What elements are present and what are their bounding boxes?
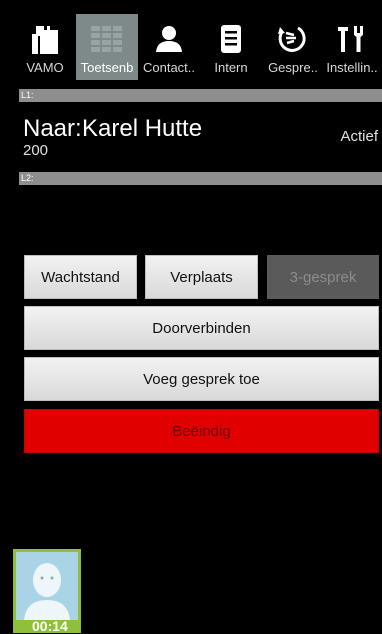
- line-1-label: L1:: [21, 90, 34, 100]
- line-2-band: L2:: [19, 172, 382, 185]
- tab-contacts-label: Contact..: [142, 60, 196, 75]
- tab-vamo[interactable]: VAMO: [14, 14, 76, 80]
- line-1-band: L1:: [19, 89, 382, 102]
- tab-intern[interactable]: Intern: [200, 14, 262, 80]
- settings-tools-icon: [335, 24, 369, 54]
- tab-settings[interactable]: Instellin..: [322, 14, 382, 80]
- transfer-button[interactable]: Doorverbinden: [24, 306, 379, 350]
- move-button[interactable]: Verplaats: [145, 255, 258, 299]
- call-timer: 00:14: [16, 618, 68, 634]
- call-timer-value: 00:14: [32, 618, 68, 634]
- tab-keypad-label: Toetsenb: [80, 60, 134, 75]
- tab-vamo-label: VAMO: [26, 60, 64, 75]
- add-call-button[interactable]: Voeg gesprek toe: [24, 357, 379, 401]
- phone-icon: [16, 618, 28, 634]
- tab-calls-label: Gespre..: [268, 60, 318, 75]
- end-call-button[interactable]: Beëindig: [24, 409, 379, 453]
- contact-name: Karel Hutte: [82, 115, 203, 142]
- contact-icon: [152, 24, 186, 54]
- avatar-placeholder-icon: [16, 552, 78, 620]
- tab-calls[interactable]: Gespre..: [262, 14, 324, 80]
- tab-bar: VAMO Toetsenb Contact.. Intern Gespre.. …: [0, 0, 382, 82]
- hold-button[interactable]: Wachtstand: [24, 255, 137, 299]
- line-2-label: L2:: [21, 173, 34, 183]
- tab-keypad[interactable]: Toetsenb: [76, 14, 138, 80]
- call-status: Actief: [340, 128, 378, 145]
- tab-intern-label: Intern: [214, 60, 248, 75]
- contact-number: 200: [23, 142, 49, 159]
- vamo-icon: [28, 24, 62, 54]
- tab-settings-label: Instellin..: [326, 60, 378, 75]
- tab-contacts[interactable]: Contact..: [138, 14, 200, 80]
- conference-button[interactable]: 3-gesprek: [267, 255, 379, 299]
- intern-list-icon: [214, 24, 248, 54]
- destination-prefix: Naar:: [23, 115, 82, 142]
- keypad-icon: [90, 24, 124, 54]
- call-history-icon: [276, 24, 310, 54]
